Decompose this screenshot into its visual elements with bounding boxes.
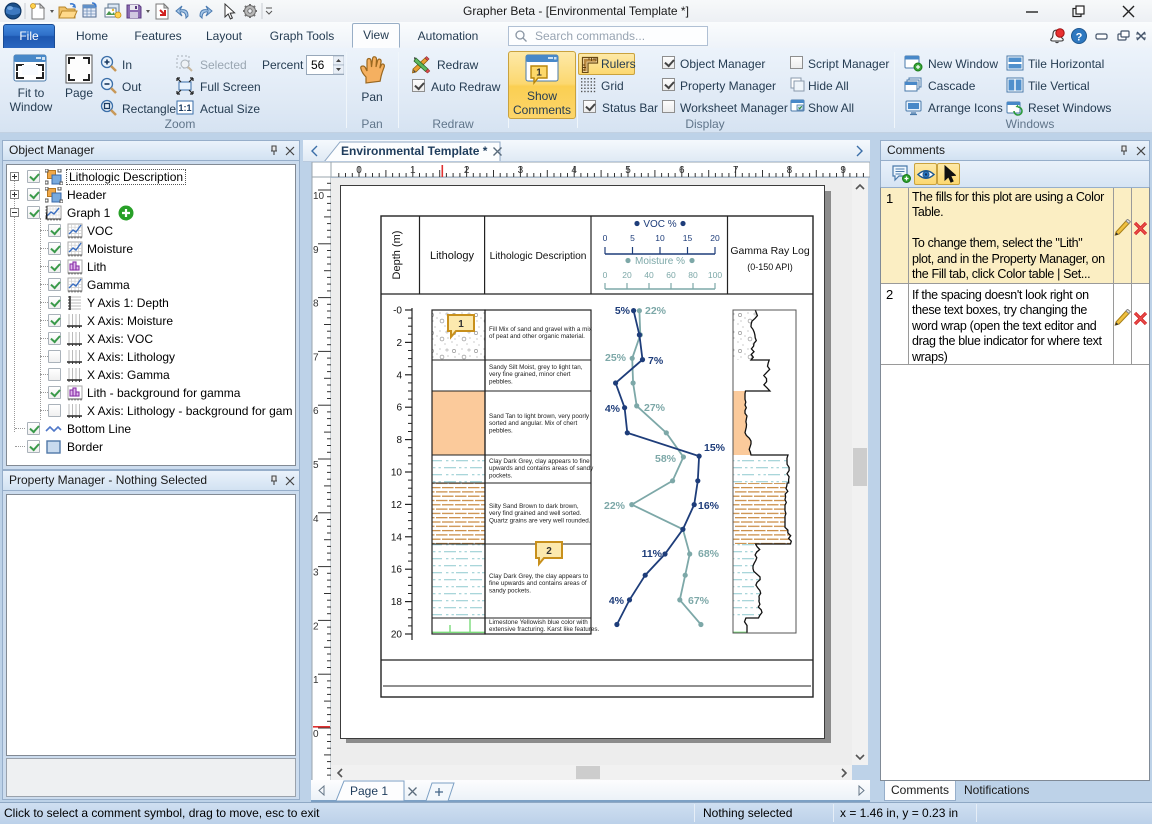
svg-text:of peat and other organic mate: of peat and other organic material. <box>489 333 585 340</box>
svg-text:16%: 16% <box>698 500 720 512</box>
svg-text:67%: 67% <box>688 595 710 607</box>
svg-text:1: 1 <box>458 319 464 330</box>
svg-text:9: 9 <box>840 165 846 176</box>
svg-text:2: 2 <box>313 621 319 632</box>
svg-text:very find grained and well sor: very find grained and well sorted. <box>489 510 582 517</box>
svg-text:pebbles.: pebbles. <box>489 378 513 385</box>
svg-text:8: 8 <box>396 435 402 446</box>
svg-text:sorted and angular. Mix of ch: sorted and angular. Mix of chert <box>489 420 577 427</box>
svg-text:1: 1 <box>313 675 319 686</box>
svg-text:7: 7 <box>733 165 739 176</box>
svg-text:6: 6 <box>679 165 685 176</box>
svg-text:68%: 68% <box>698 548 720 560</box>
svg-text:25%: 25% <box>605 352 627 364</box>
svg-text:4: 4 <box>396 370 402 381</box>
svg-text:15%: 15% <box>704 442 726 454</box>
svg-text:4%: 4% <box>609 595 625 607</box>
svg-text:9: 9 <box>313 245 319 256</box>
svg-text:sandy pockets.: sandy pockets. <box>489 587 531 594</box>
svg-text:20: 20 <box>391 630 403 641</box>
svg-text:16: 16 <box>391 565 403 576</box>
svg-text:Moisture %: Moisture % <box>635 256 685 267</box>
svg-text:(0-150 API): (0-150 API) <box>747 262 793 272</box>
svg-text:Limestone Yellowish blue color: Limestone Yellowish blue color with <box>489 619 588 626</box>
svg-text:Clay Dark Grey, clay appears: Clay Dark Grey, clay appears to fine <box>489 458 590 465</box>
svg-text:1: 1 <box>410 165 416 176</box>
svg-text:4%: 4% <box>605 403 621 415</box>
svg-text:1: 1 <box>536 68 542 79</box>
svg-text:18: 18 <box>391 597 403 608</box>
svg-text:0: 0 <box>313 729 319 740</box>
svg-text:2: 2 <box>546 546 552 557</box>
svg-text:15: 15 <box>683 233 693 243</box>
svg-text:1:1: 1:1 <box>178 103 191 113</box>
svg-text:upwards and contains areas of: upwards and contains areas of sandy <box>489 465 594 472</box>
svg-text:12: 12 <box>391 500 403 511</box>
svg-text:4: 4 <box>571 165 577 176</box>
svg-text:Gamma Ray Log: Gamma Ray Log <box>730 245 810 257</box>
svg-text:58%: 58% <box>655 453 677 465</box>
svg-text:Fill Mix of sand and gravel w: Fill Mix of sand and gravel with a mix <box>489 326 593 333</box>
svg-text:0: 0 <box>356 165 362 176</box>
svg-text:5: 5 <box>625 165 631 176</box>
svg-text:10: 10 <box>391 468 403 479</box>
svg-text:Lithologic Description: Lithologic Description <box>490 251 587 262</box>
svg-text:14: 14 <box>391 532 403 543</box>
svg-text:2: 2 <box>464 165 470 176</box>
svg-text:11%: 11% <box>642 548 663 560</box>
svg-text:40: 40 <box>644 270 654 280</box>
svg-text:3: 3 <box>518 165 524 176</box>
svg-text:Clay Dark Grey, the clay appe: Clay Dark Grey, the clay appears to <box>489 573 589 580</box>
svg-text:0: 0 <box>603 270 608 280</box>
svg-text:20: 20 <box>710 233 720 243</box>
svg-text:6: 6 <box>396 403 402 414</box>
svg-text:8: 8 <box>313 299 319 310</box>
svg-text:very fine grained, minor chert: very fine grained, minor chert <box>489 371 571 378</box>
svg-text:5: 5 <box>313 460 319 471</box>
svg-text:?: ? <box>1076 32 1083 44</box>
svg-text:0: 0 <box>603 233 608 243</box>
svg-text:Sand Tan to light brown, very: Sand Tan to light brown, very poorly <box>489 413 590 420</box>
svg-text:Depth (m): Depth (m) <box>391 231 403 280</box>
svg-text:extensive fracturing. Karst l: extensive fracturing. Karst like feature… <box>489 626 599 633</box>
svg-text:60: 60 <box>666 270 676 280</box>
svg-text:27%: 27% <box>644 402 666 414</box>
svg-text:4: 4 <box>313 514 319 525</box>
svg-text:Lithology: Lithology <box>430 250 475 262</box>
svg-text:Sandy Silt Moist, grey to ligh: Sandy Silt Moist, grey to light tan, <box>489 364 583 371</box>
svg-text:fine upwards and contains area: fine upwards and contains areas of <box>489 580 587 587</box>
svg-text:20: 20 <box>622 270 632 280</box>
svg-text:2: 2 <box>396 338 402 349</box>
svg-text:7: 7 <box>313 352 319 363</box>
svg-text:6: 6 <box>313 406 319 417</box>
svg-text:10: 10 <box>655 233 665 243</box>
svg-text:22%: 22% <box>604 500 626 512</box>
svg-text:22%: 22% <box>645 305 667 317</box>
svg-text:7%: 7% <box>648 355 664 367</box>
svg-text:Quartz grains are very well ro: Quartz grains are very well rounded. <box>489 517 591 524</box>
svg-text:80: 80 <box>688 270 698 280</box>
svg-text:VOC %: VOC % <box>643 219 676 230</box>
svg-text:5: 5 <box>630 233 635 243</box>
svg-text:Silty Sand Brown to dark brown: Silty Sand Brown to dark brown, <box>489 503 579 510</box>
svg-text:pebbles.: pebbles. <box>489 427 513 434</box>
svg-text:100: 100 <box>708 270 722 280</box>
svg-text:-0: -0 <box>393 306 402 317</box>
svg-text:3: 3 <box>313 568 319 579</box>
svg-text:5%: 5% <box>615 305 631 317</box>
svg-text:10: 10 <box>313 191 325 202</box>
svg-text:8: 8 <box>787 165 793 176</box>
svg-text:pockets.: pockets. <box>489 472 513 479</box>
